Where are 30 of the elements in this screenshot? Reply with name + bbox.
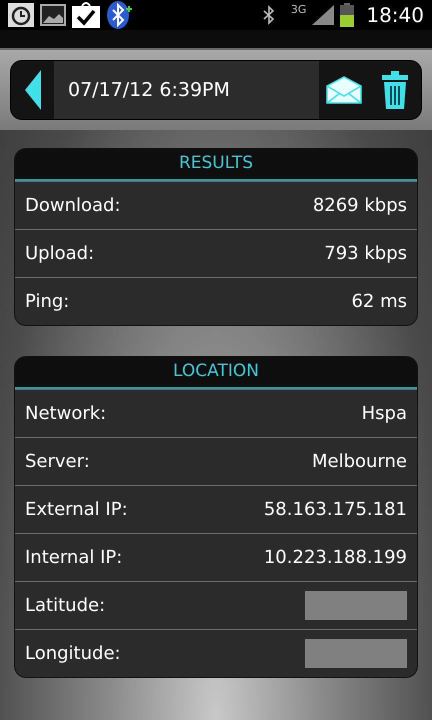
row-label: Internal IP: xyxy=(25,546,122,570)
back-arrow-icon xyxy=(24,70,40,110)
alarm-clock-icon xyxy=(8,3,34,27)
row-value: 8269 kbps xyxy=(312,194,407,218)
row-value: 793 kbps xyxy=(324,242,407,266)
image-icon xyxy=(40,4,66,26)
section-title: RESULTS xyxy=(178,152,254,176)
row-value: Melbourne xyxy=(312,450,407,474)
bluetooth-icon xyxy=(106,1,132,29)
row-label: External IP: xyxy=(25,498,128,522)
row-value: 58.163.175.181 xyxy=(264,498,407,522)
battery-icon xyxy=(340,3,354,27)
row-label: Download: xyxy=(25,194,121,218)
row-label: Server: xyxy=(25,450,90,474)
signal-icon xyxy=(312,5,334,25)
row-label: Longitude: xyxy=(25,642,121,666)
clock-time: 18:40 xyxy=(366,2,424,29)
row-label: Upload: xyxy=(25,242,94,266)
envelope-icon xyxy=(326,76,362,104)
section-title: LOCATION xyxy=(173,360,259,384)
bluetooth-icon xyxy=(262,5,275,25)
row-label: Network: xyxy=(25,402,106,426)
network-type: 3G xyxy=(290,4,306,15)
trash-icon xyxy=(382,71,408,109)
date-label: 07/17/12 6:39PM xyxy=(54,61,319,119)
row-value: 10.223.188.199 xyxy=(264,546,407,570)
row-label: Ping: xyxy=(25,290,70,314)
row-value: Hspa xyxy=(362,402,407,426)
row-value: 62 ms xyxy=(351,290,407,314)
row-label: Latitude: xyxy=(25,594,106,618)
